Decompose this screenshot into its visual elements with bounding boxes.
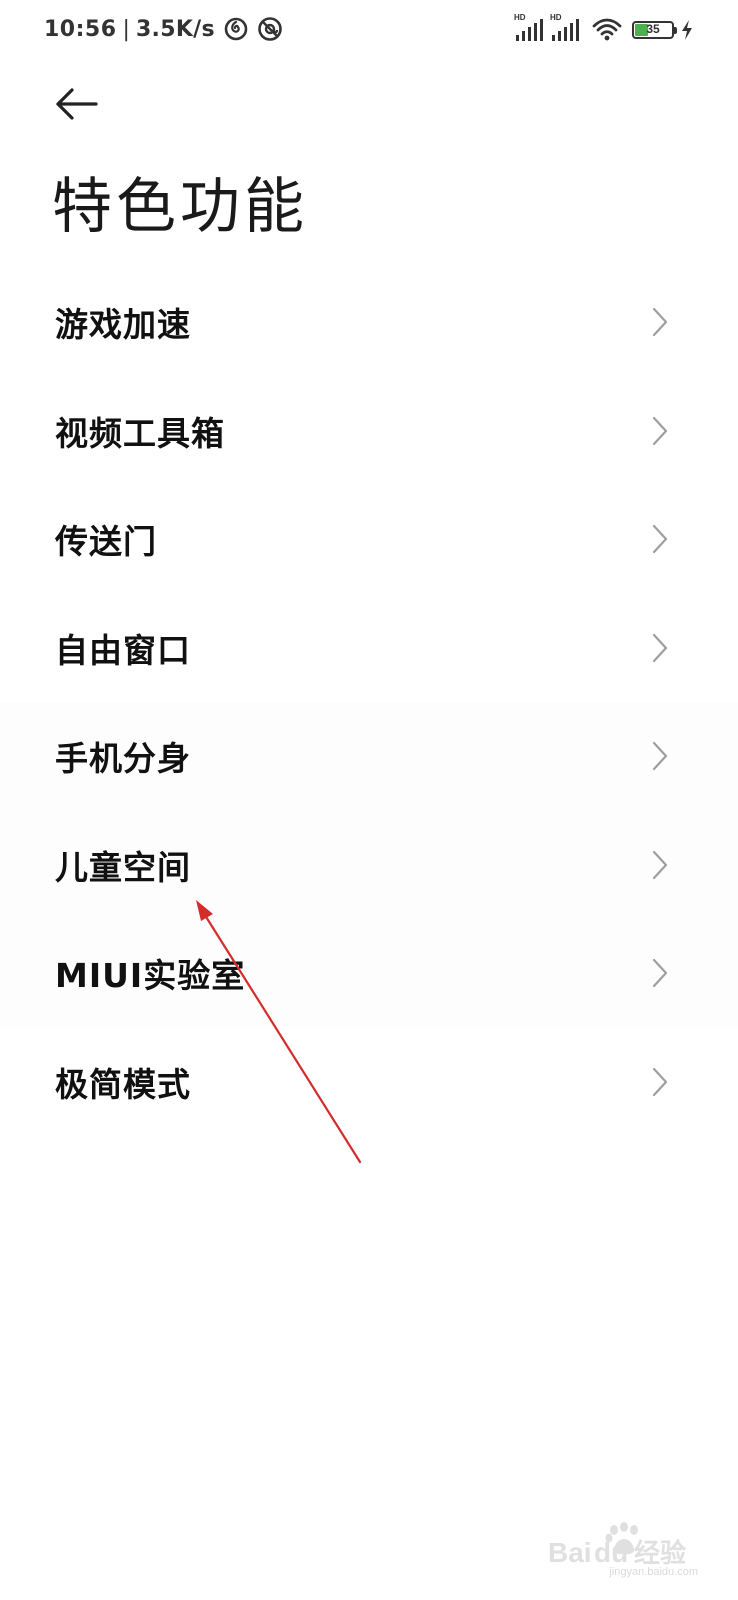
svg-text:Bai: Bai: [548, 1537, 592, 1568]
menu-item-label: 极简模式: [55, 1064, 191, 1104]
battery-icon: 35: [632, 21, 677, 39]
menu-item-video-toolbox[interactable]: 视频工具箱: [0, 377, 738, 486]
menu-item-miui-lab[interactable]: MIUI实验室: [0, 919, 738, 1028]
cellular-signal-2-icon: HD: [550, 13, 582, 44]
status-right: HD HD 35: [510, 13, 694, 44]
menu-item-label: 自由窗口: [55, 630, 191, 670]
menu-item-simple-mode[interactable]: 极简模式: [0, 1028, 738, 1137]
battery-level: 35: [646, 22, 660, 36]
menu-item-floating-window[interactable]: 自由窗口: [0, 594, 738, 703]
menu-item-label: MIUI实验室: [55, 956, 246, 996]
chevron-right-icon: [652, 416, 668, 445]
svg-text:du: du: [594, 1537, 628, 1568]
hd-label: HD: [514, 13, 526, 22]
wifi-icon: [592, 18, 622, 41]
menu-item-label: 儿童空间: [55, 847, 191, 887]
netease-music-icon: [224, 17, 248, 41]
sync-at-icon: [258, 17, 282, 41]
menu-item-label: 游戏加速: [55, 305, 191, 345]
baidu-paw-logo: Bai du 经验: [548, 1522, 686, 1568]
chevron-right-icon: [652, 850, 668, 879]
feature-list: 游戏加速 视频工具箱 传送门 自由窗口 手机分身 儿童空间 MIUI实验室 极简…: [0, 268, 738, 1136]
back-button[interactable]: [52, 82, 100, 126]
cellular-signal-1-icon: HD: [514, 13, 546, 44]
back-arrow-icon: [56, 88, 98, 120]
chevron-right-icon: [652, 1067, 668, 1096]
hd-label: HD: [550, 13, 562, 22]
chevron-right-icon: [652, 742, 668, 771]
chevron-right-icon: [652, 959, 668, 988]
network-speed: 3.5K/s: [135, 16, 215, 42]
status-bar: 10:56 | 3.5K/s HD HD 35: [0, 0, 738, 64]
svg-text:经验: 经验: [634, 1538, 686, 1568]
menu-item-kids-space[interactable]: 儿童空间: [0, 810, 738, 919]
chevron-right-icon: [652, 308, 668, 337]
page-title: 特色功能: [52, 172, 308, 242]
status-separator: |: [122, 16, 130, 42]
charging-icon: [682, 20, 692, 40]
status-time: 10:56: [44, 16, 117, 42]
menu-item-label: 传送门: [55, 522, 157, 562]
status-left: 10:56 | 3.5K/s: [44, 16, 283, 42]
menu-item-portal[interactable]: 传送门: [0, 485, 738, 594]
menu-item-dual-apps[interactable]: 手机分身: [0, 702, 738, 811]
chevron-right-icon: [652, 633, 668, 662]
chevron-right-icon: [652, 525, 668, 554]
menu-item-label: 手机分身: [55, 739, 191, 779]
baidu-watermark: Bai du 经验 jingyan.baidu.com: [548, 1522, 698, 1578]
menu-item-game-turbo[interactable]: 游戏加速: [0, 268, 738, 377]
menu-item-label: 视频工具箱: [55, 413, 225, 453]
